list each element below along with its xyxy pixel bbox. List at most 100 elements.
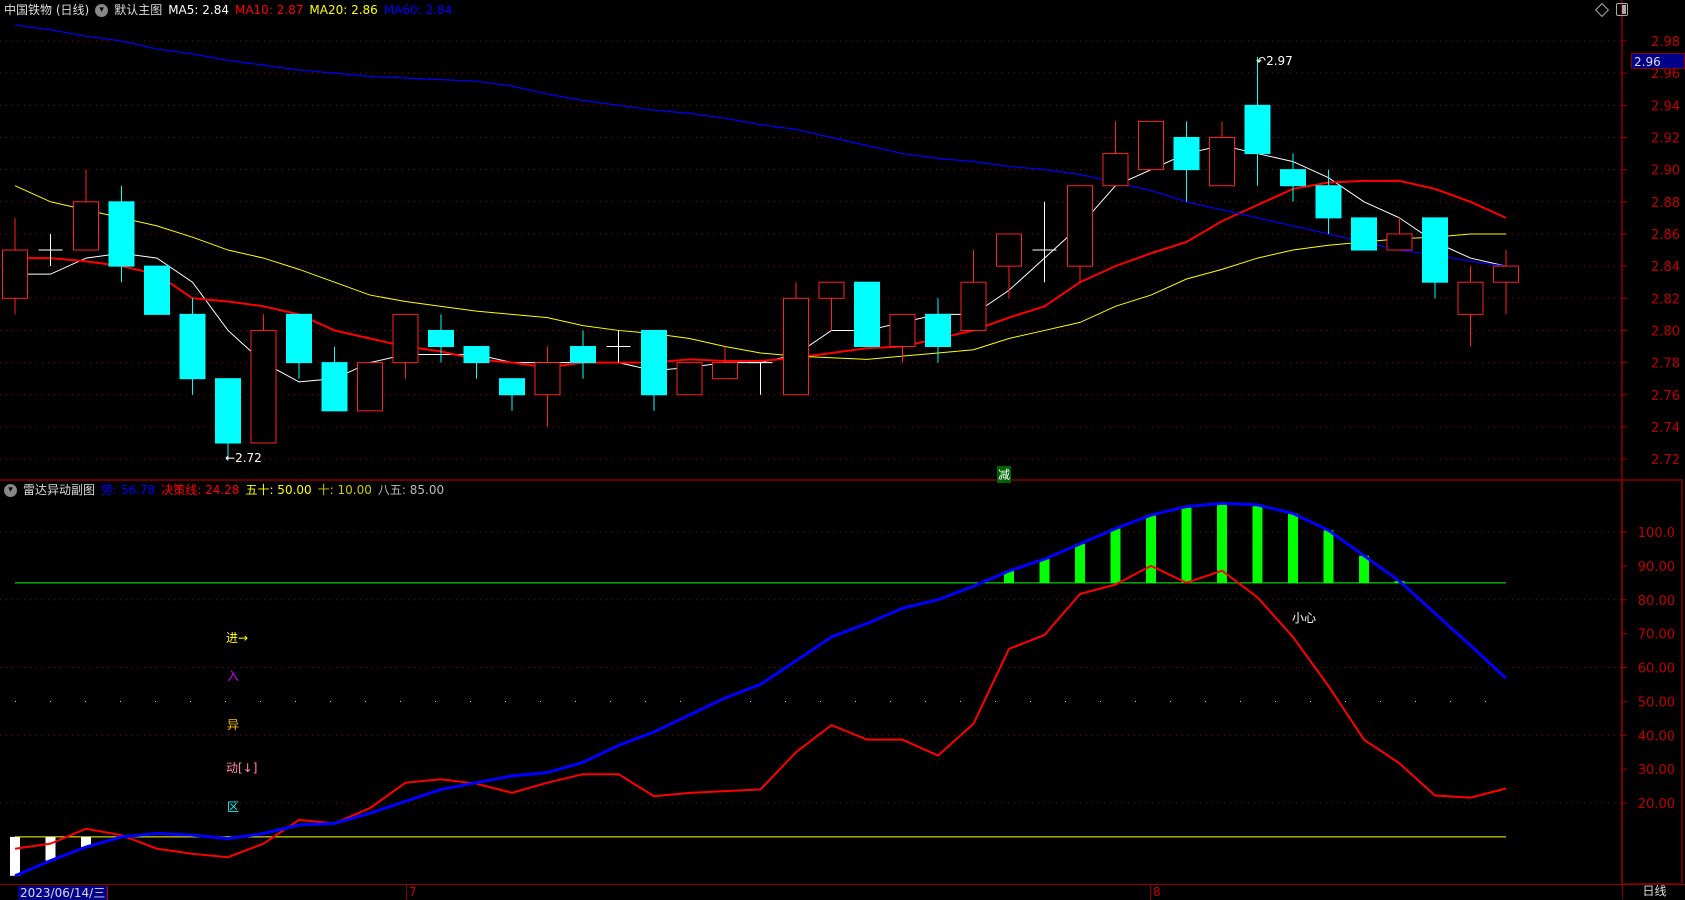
- candle-body: [1386, 233, 1413, 251]
- sub-title[interactable]: 雷达异动副图: [23, 480, 95, 500]
- juece-value: 决策线: 24.28: [161, 483, 240, 497]
- candle: [996, 233, 1022, 299]
- green-signal-bar: [1110, 528, 1121, 583]
- indicator-tick-label: 90.00: [1638, 560, 1675, 575]
- candle: [925, 298, 951, 363]
- candle-body: [1351, 217, 1377, 251]
- candle-body: [676, 362, 703, 396]
- candle: [783, 282, 809, 396]
- candle: [392, 313, 419, 379]
- candle-body: [925, 313, 951, 348]
- qu-label: 区: [227, 800, 240, 814]
- candle-body: [1457, 281, 1484, 315]
- date-axis: 2023/06/14/三 7 8: [0, 884, 1685, 900]
- green-signal-bar: [1181, 506, 1192, 583]
- indicator-tick-label: 40.00: [1638, 729, 1675, 744]
- candle-body: [463, 346, 490, 364]
- dong-label: 动[↓]: [226, 761, 258, 775]
- candle: [1386, 217, 1413, 251]
- price-tick-label: 2.74: [1651, 421, 1680, 436]
- candle-body: [215, 378, 241, 444]
- candle-body: [73, 201, 99, 251]
- candle: [38, 233, 63, 267]
- month-tick-8: 8: [1150, 885, 1161, 900]
- candle-body: [996, 233, 1022, 267]
- price-tick-label: 2.82: [1651, 292, 1680, 307]
- dropdown-icon[interactable]: ▾: [95, 3, 109, 17]
- white-signal-bar: [10, 836, 20, 876]
- main-chart-header: 中国铁物 (日线) ▾ 默认主图 MA5: 2.84 MA10: 2.87 MA…: [0, 0, 452, 20]
- yi-label: 异: [227, 718, 240, 732]
- candle-body: [1315, 185, 1342, 219]
- candle-body: [960, 281, 987, 331]
- indicator-tick-label: 20.00: [1638, 797, 1675, 812]
- candle-body: [321, 362, 348, 412]
- candle: [1280, 153, 1306, 202]
- candle: [1351, 217, 1377, 251]
- candle: [960, 250, 987, 331]
- candle-body: [2, 249, 28, 299]
- dropdown-icon[interactable]: ▾: [4, 483, 17, 497]
- candle: [1315, 169, 1342, 234]
- ma60-value: MA60: 2.84: [383, 3, 453, 17]
- month-tick-7: 7: [406, 885, 417, 900]
- low-price-value: 2.72: [235, 451, 262, 465]
- candle: [712, 346, 738, 380]
- candle: [321, 346, 348, 412]
- candle: [1422, 217, 1448, 299]
- price-tick-label: 2.80: [1651, 324, 1680, 339]
- candle-body: [783, 297, 809, 396]
- candle: [1138, 120, 1164, 171]
- candle: [606, 330, 631, 363]
- candle-body: [499, 378, 525, 396]
- candle: [1457, 266, 1484, 347]
- candle: [641, 329, 667, 411]
- candle: [534, 346, 561, 427]
- green-signal-bar: [1288, 513, 1298, 583]
- period-button[interactable]: 日线: [1622, 884, 1685, 899]
- price-tick-label: 2.76: [1651, 389, 1680, 404]
- high-price-label: ↶2.97: [1256, 54, 1293, 68]
- candle-body: [108, 201, 135, 267]
- indicator-tick-label: 70.00: [1638, 628, 1675, 643]
- candle-body: [1067, 185, 1093, 267]
- candle: [676, 362, 703, 396]
- template-name[interactable]: 默认主图: [114, 0, 162, 20]
- candle-body: [1493, 265, 1519, 283]
- candle: [215, 378, 241, 460]
- indicator-tick-label: 80.00: [1638, 594, 1675, 609]
- candle: [818, 281, 845, 331]
- price-tick-label: 2.72: [1651, 453, 1680, 468]
- price-tick-label: 2.84: [1651, 260, 1680, 275]
- candle: [570, 330, 596, 379]
- shi10-value: 十: 10.00: [317, 483, 372, 497]
- candle: [1244, 57, 1271, 186]
- candle: [286, 313, 312, 379]
- ma-line-ma20: [14, 185, 1506, 360]
- candle: [1209, 121, 1235, 187]
- candle: [1102, 121, 1129, 187]
- candle: [748, 362, 773, 395]
- ru-label: 入: [227, 669, 240, 683]
- high-price-value: 2.97: [1266, 54, 1293, 68]
- candle: [463, 346, 490, 379]
- candle: [428, 314, 454, 363]
- date-cursor-label: 2023/06/14/三: [18, 886, 109, 900]
- indicator-tick-label: 30.00: [1638, 763, 1675, 778]
- price-tick-label: 2.78: [1651, 357, 1680, 372]
- sub-chart-header: ▾ 雷达异动副图 势: 56.78 决策线: 24.28 五十: 50.00 十…: [0, 480, 444, 500]
- candle: [1067, 185, 1093, 283]
- green-signal-bar: [1039, 559, 1050, 583]
- price-tick-label: 2.98: [1651, 35, 1680, 50]
- candle: [854, 281, 880, 348]
- green-signal-bar: [1252, 504, 1263, 583]
- candle-body: [1138, 120, 1164, 171]
- indicator-tick-label: 60.00: [1638, 662, 1675, 677]
- candle: [1032, 201, 1057, 283]
- panel-toggle-icon[interactable]: [1616, 3, 1628, 16]
- candle-body: [1102, 153, 1129, 187]
- stock-title[interactable]: 中国铁物 (日线): [4, 0, 89, 20]
- candle: [1173, 121, 1200, 202]
- candle-body: [641, 329, 667, 396]
- candle-body: [1280, 169, 1306, 187]
